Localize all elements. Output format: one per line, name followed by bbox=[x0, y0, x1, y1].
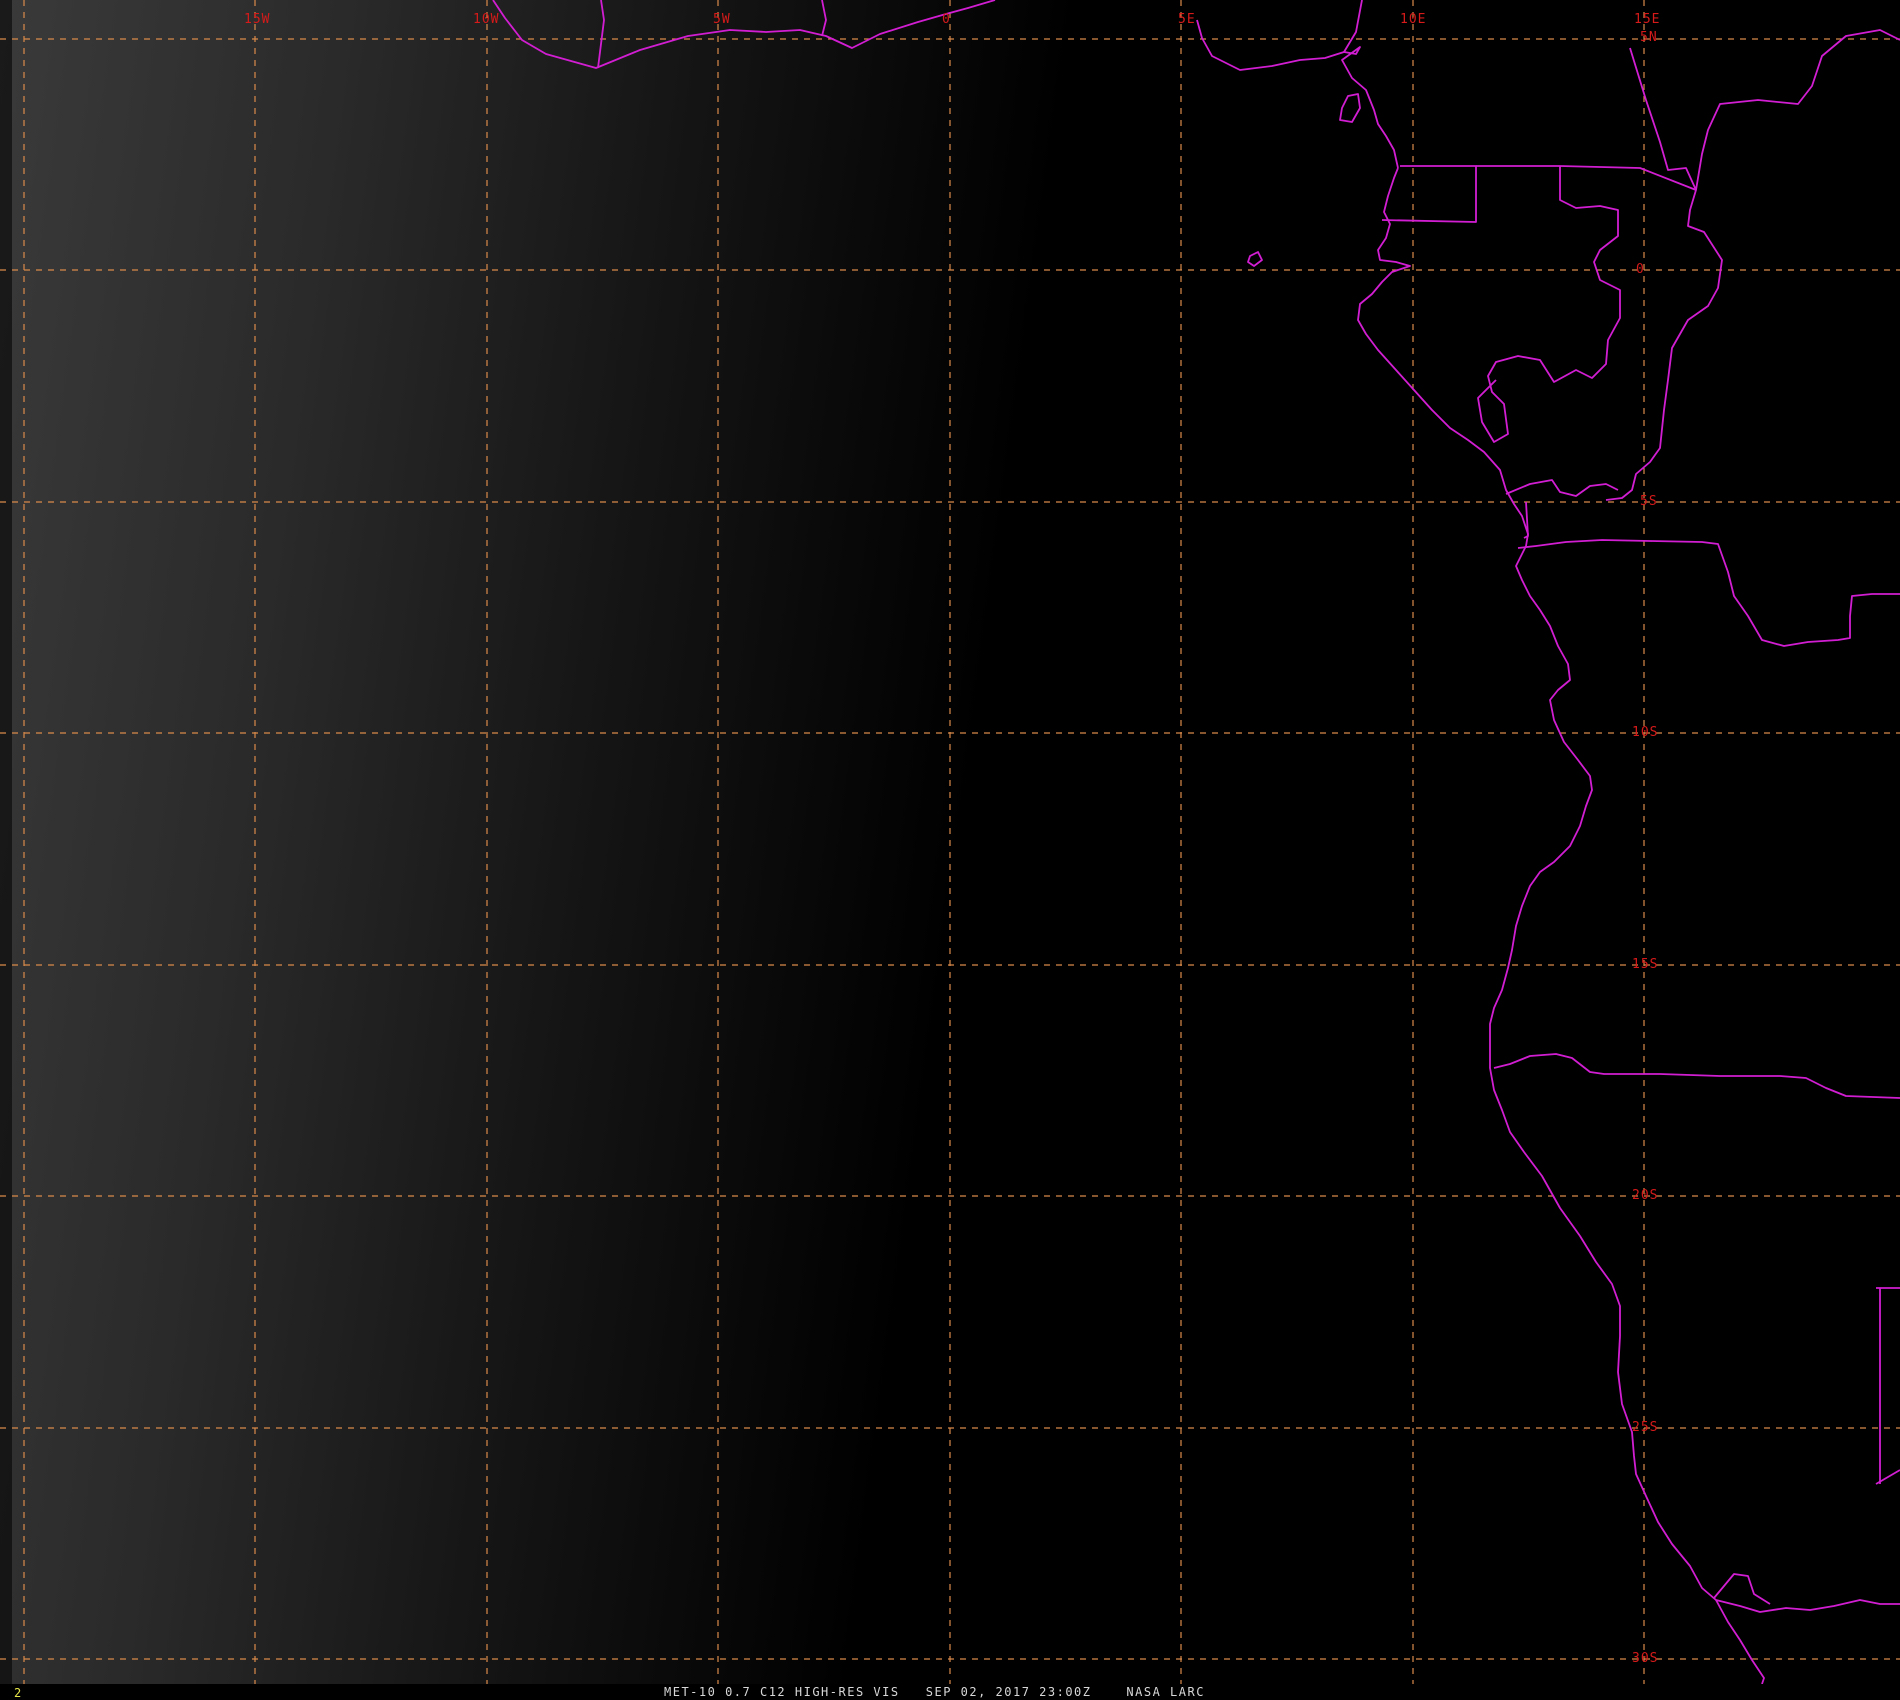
frame-number: 2 bbox=[14, 1686, 22, 1700]
label-lat-10s: 10S bbox=[1632, 725, 1658, 740]
label-lat-5n: 5N bbox=[1640, 30, 1658, 45]
label-lat-15s: 15S bbox=[1632, 957, 1658, 972]
label-lat-20s: 20S bbox=[1632, 1188, 1658, 1203]
label-lon-15e: 15E bbox=[1634, 12, 1660, 27]
earth-limb-band bbox=[0, 0, 12, 1684]
label-lon-5e: 5E bbox=[1178, 12, 1196, 27]
image-caption: MET-10 0.7 C12 HIGH-RES VIS SEP 02, 2017… bbox=[664, 1685, 1205, 1699]
satellite-map: 15W 10W 5W 0 5E 10E 15E 5N 0 5S 10S 15S … bbox=[0, 0, 1900, 1685]
label-lon-0: 0 bbox=[942, 12, 951, 27]
label-lon-5w: 5W bbox=[713, 12, 731, 27]
label-lon-10w: 10W bbox=[473, 12, 499, 27]
label-lon-10e: 10E bbox=[1400, 12, 1426, 27]
label-lat-5s: 5S bbox=[1640, 494, 1658, 509]
label-lat-0: 0 bbox=[1636, 262, 1645, 277]
label-lon-15w: 15W bbox=[244, 12, 270, 27]
label-lat-25s: 25S bbox=[1632, 1420, 1658, 1435]
label-lat-30s: 30S bbox=[1632, 1651, 1658, 1666]
